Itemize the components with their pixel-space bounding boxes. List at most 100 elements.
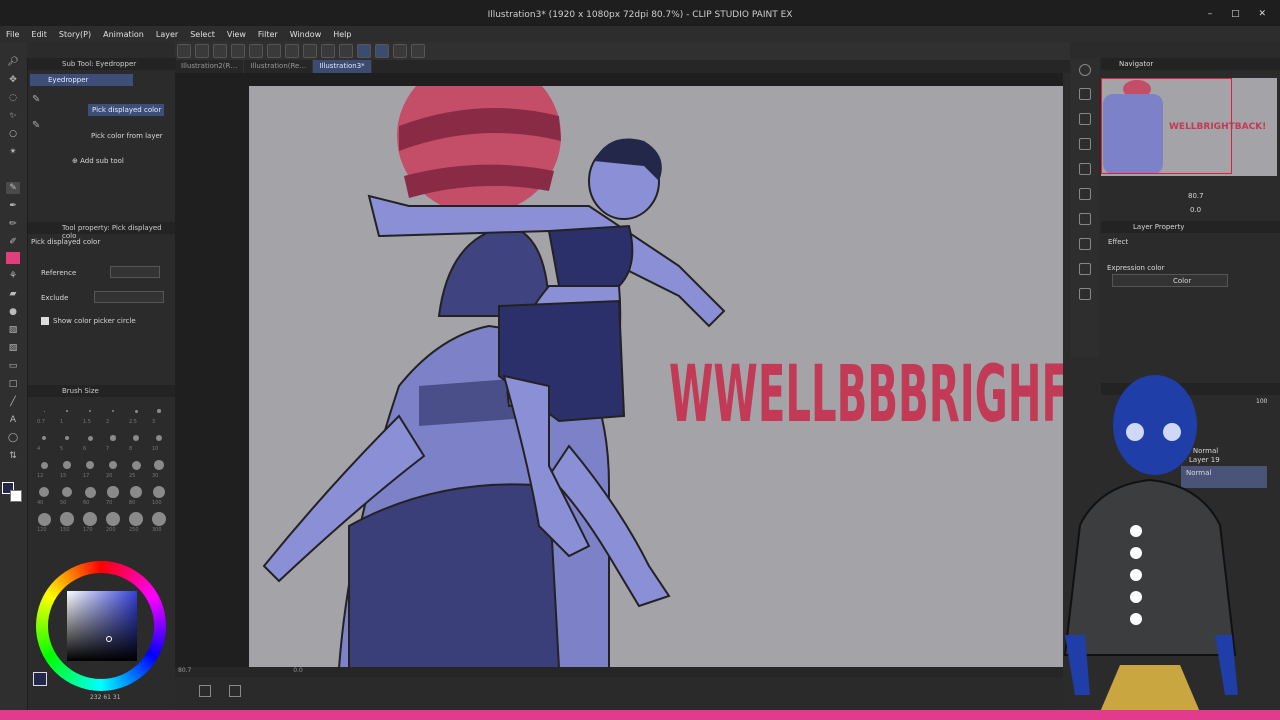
brush-size-30[interactable]: 30 — [149, 455, 169, 481]
navigator-zoom[interactable]: 80.7 — [1188, 192, 1204, 200]
figure-icon[interactable]: ▭ — [6, 360, 20, 372]
select-all-icon[interactable] — [267, 44, 281, 58]
menu-window[interactable]: Window — [290, 30, 322, 39]
ruler-icon[interactable] — [339, 44, 353, 58]
expression-color-select[interactable]: Color — [1112, 274, 1228, 287]
settings-icon[interactable] — [411, 44, 425, 58]
sub-color-swatch[interactable] — [10, 490, 22, 502]
window-controls[interactable]: – □ ✕ — [1208, 9, 1274, 19]
brush-size-50[interactable]: 50 — [57, 482, 77, 508]
brush-size-15[interactable]: 15 — [57, 455, 77, 481]
brush-size-120[interactable]: 120 — [34, 509, 54, 535]
current-color-swatch[interactable] — [33, 672, 47, 686]
rotation-readout[interactable]: 0.0 — [293, 667, 303, 674]
crop-icon[interactable] — [321, 44, 335, 58]
menu-file[interactable]: File — [6, 30, 19, 39]
brush-size-250[interactable]: 250 — [126, 509, 146, 535]
navigator-panel-icon[interactable] — [1079, 88, 1091, 100]
saturation-square[interactable] — [67, 591, 137, 661]
material-panel-icon[interactable] — [1079, 213, 1091, 225]
wand-icon[interactable]: ✴ — [6, 146, 20, 158]
brush-size-0.7[interactable]: 0.7 — [34, 401, 54, 427]
brush-size-300[interactable]: 300 — [149, 509, 169, 535]
navigator-viewport[interactable] — [1101, 78, 1232, 174]
menu-layer[interactable]: Layer — [156, 30, 178, 39]
canvas[interactable]: WWELLBBBRIGHF — [249, 86, 1063, 668]
brush-size-12[interactable]: 12 — [34, 455, 54, 481]
redo-icon[interactable] — [249, 44, 263, 58]
brush-size-10[interactable]: 10 — [149, 428, 169, 454]
tab-illustration3[interactable]: Illustration3* — [313, 60, 372, 73]
stabilization-icon[interactable] — [357, 44, 371, 58]
correct-line-icon[interactable]: ⇅ — [6, 450, 20, 462]
brush-size-70[interactable]: 70 — [103, 482, 123, 508]
brush-size-20[interactable]: 20 — [103, 455, 123, 481]
text-tool-icon[interactable]: A — [6, 414, 20, 426]
ruler-tool-icon[interactable]: ╱ — [6, 396, 20, 408]
menu-view[interactable]: View — [227, 30, 246, 39]
pen-icon[interactable]: ✒ — [6, 200, 20, 212]
brush-icon[interactable]: ✐ — [6, 236, 20, 248]
close-panel-icon[interactable] — [1079, 138, 1091, 150]
color-circle-checkbox[interactable] — [41, 317, 49, 325]
zoom-readout[interactable]: 80.7 — [178, 667, 191, 674]
transform-icon[interactable] — [303, 44, 317, 58]
balloon-icon[interactable]: ◯ — [6, 432, 20, 444]
save-icon[interactable] — [213, 44, 227, 58]
brush-size-60[interactable]: 60 — [80, 482, 100, 508]
subview-panel-icon[interactable] — [1079, 113, 1091, 125]
navigator-angle[interactable]: 0.0 — [1190, 206, 1201, 214]
brush-size-7[interactable]: 7 — [103, 428, 123, 454]
menu-filter[interactable]: Filter — [258, 30, 278, 39]
export-panel-icon[interactable] — [1079, 288, 1091, 300]
brush-size-200[interactable]: 200 — [103, 509, 123, 535]
eraser-icon[interactable]: ▰ — [6, 288, 20, 300]
subtool-pick-displayed[interactable]: Pick displayed color — [88, 104, 164, 116]
exclude-selector[interactable] — [94, 291, 164, 303]
fill-icon[interactable] — [285, 44, 299, 58]
frame-icon[interactable]: □ — [6, 378, 20, 390]
airbrush-icon[interactable] — [6, 252, 20, 264]
brush-size-150[interactable]: 150 — [57, 509, 77, 535]
brush-size-80[interactable]: 80 — [126, 482, 146, 508]
layer-search-icon[interactable] — [1079, 188, 1091, 200]
gradient-icon[interactable]: ▨ — [6, 342, 20, 354]
menu-animation[interactable]: Animation — [103, 30, 144, 39]
brush-size-5[interactable]: 5 — [57, 428, 77, 454]
brush-size-1.5[interactable]: 1.5 — [80, 401, 100, 427]
open-file-icon[interactable] — [195, 44, 209, 58]
brush-size-8[interactable]: 8 — [126, 428, 146, 454]
menu-select[interactable]: Select — [190, 30, 215, 39]
brush-size-170[interactable]: 170 — [80, 509, 100, 535]
brush-size-4[interactable]: 4 — [34, 428, 54, 454]
history-panel-icon[interactable] — [1079, 238, 1091, 250]
search-icon[interactable] — [1079, 64, 1091, 76]
correction-icon[interactable] — [375, 44, 389, 58]
subtool-pick-from-layer[interactable]: Pick color from layer — [91, 132, 163, 140]
canvas-reset-icon[interactable] — [229, 685, 241, 697]
brush-size-6[interactable]: 6 — [80, 428, 100, 454]
canvas-fit-icon[interactable] — [199, 685, 211, 697]
menu-story[interactable]: Story(P) — [59, 30, 91, 39]
move-icon[interactable]: ✥ — [6, 74, 20, 86]
brush-size-100[interactable]: 100 — [149, 482, 169, 508]
add-subtool-button[interactable]: ⊕ Add sub tool — [72, 157, 124, 165]
auto-select-icon[interactable]: ✨︎ — [6, 110, 20, 122]
subtool-group-eyedropper[interactable]: Eyedropper — [30, 74, 133, 86]
selection-icon[interactable]: ◌ — [6, 92, 20, 104]
menu-help[interactable]: Help — [333, 30, 351, 39]
blend-icon[interactable]: ● — [6, 306, 20, 318]
magnifier-icon[interactable]: 🔎︎ — [6, 56, 20, 68]
brush-size-25[interactable]: 25 — [126, 455, 146, 481]
undo-icon[interactable] — [231, 44, 245, 58]
tab-illustration2[interactable]: Illustration2(R… — [175, 60, 245, 73]
reference-selector[interactable] — [110, 266, 160, 278]
lasso-icon[interactable]: ○ — [6, 128, 20, 140]
brush-size-2.5[interactable]: 2.5 — [126, 401, 146, 427]
navigator-thumbnail[interactable]: WELLBRIGHTBACK! — [1101, 78, 1277, 176]
new-file-icon[interactable] — [177, 44, 191, 58]
camera-panel-icon[interactable] — [1079, 263, 1091, 275]
layer-opacity[interactable]: 100 — [1256, 398, 1267, 405]
color-picker-marker[interactable] — [106, 636, 112, 642]
brush-size-3[interactable]: 3 — [149, 401, 169, 427]
